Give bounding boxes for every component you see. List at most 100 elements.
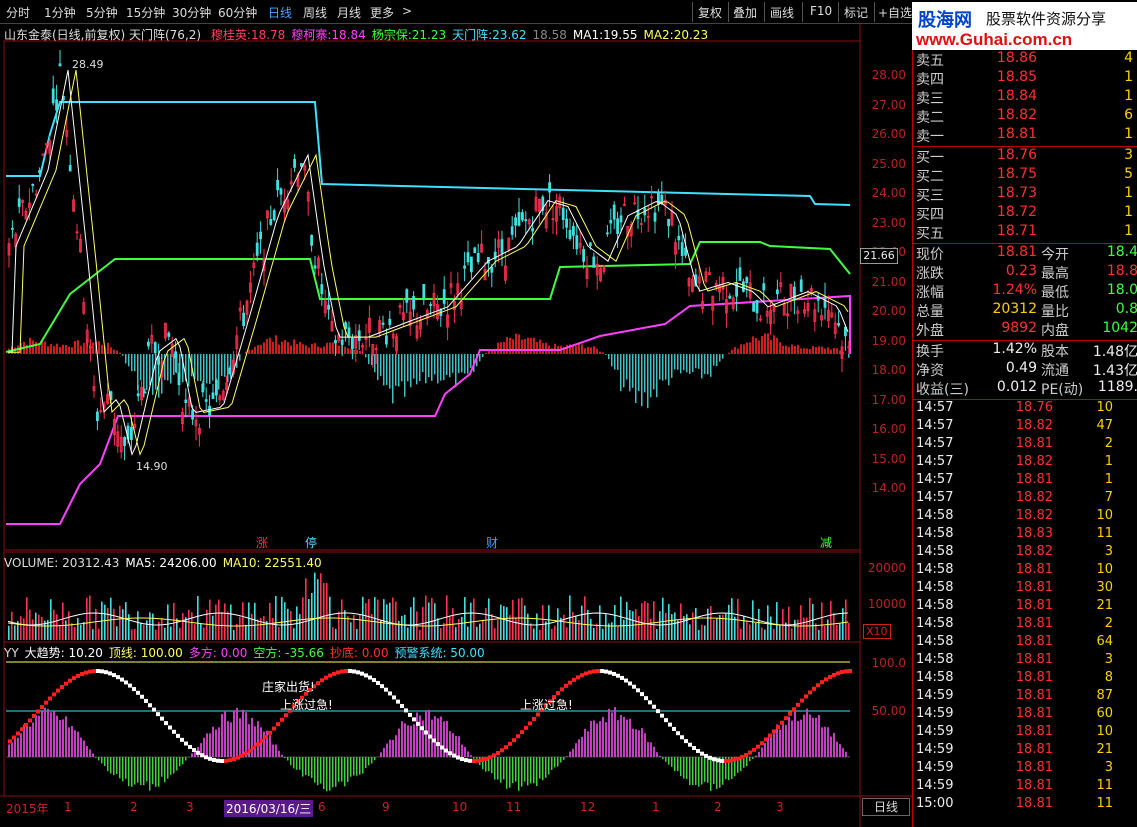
tick-row[interactable]: 14:57 18.82 47 [913, 418, 1137, 436]
period-weekly[interactable]: 周线 [303, 4, 327, 21]
ask-row[interactable]: 卖二 18.82 6 [913, 107, 1137, 126]
bid-row[interactable]: 买二 18.75 5 [913, 166, 1137, 185]
stat-label: 最低 [1041, 285, 1069, 301]
macd-bar [311, 343, 313, 354]
tick-row[interactable]: 14:58 18.81 2 [913, 616, 1137, 634]
ask-row[interactable]: 卖四 18.85 1 [913, 69, 1137, 88]
volume-bar [428, 602, 430, 640]
adjust-rights-button[interactable]: 复权 [698, 4, 722, 21]
period-15min[interactable]: 15分钟 [126, 4, 165, 21]
period-intraday[interactable]: 分时 [6, 4, 30, 21]
macd-bar [272, 341, 274, 354]
fundamental-row: 收益(三) 0.012 PE(动) 1189. [913, 379, 1137, 398]
bid-row[interactable]: 买四 18.72 1 [913, 204, 1137, 223]
tick-row[interactable]: 14:57 18.82 1 [913, 454, 1137, 472]
stat-label: 最高 [1041, 266, 1069, 282]
volume-bar [410, 607, 412, 640]
bull-bar [470, 755, 472, 757]
tick-row[interactable]: 14:57 18.76 10 [913, 400, 1137, 418]
volume-bar [746, 620, 748, 640]
ask-row[interactable]: 卖一 18.81 1 [913, 126, 1137, 145]
volume-bar [758, 608, 760, 640]
trend-dot [536, 712, 540, 717]
period-1min[interactable]: 1分钟 [44, 4, 76, 21]
volume-bar [704, 625, 706, 640]
tick-row[interactable]: 14:59 18.81 87 [913, 688, 1137, 706]
trend-dot [144, 698, 148, 703]
tick-price: 18.81 [1015, 616, 1053, 631]
tick-row[interactable]: 14:59 18.81 10 [913, 724, 1137, 742]
tick-row[interactable]: 14:58 18.81 3 [913, 652, 1137, 670]
period-30min[interactable]: 30分钟 [172, 4, 211, 21]
macd-bar [683, 354, 685, 371]
period-indicator-button[interactable]: 日线 [862, 798, 910, 816]
volume-bar [32, 619, 34, 640]
bear-bar [701, 757, 703, 785]
volume-bar [62, 602, 64, 640]
period-60min[interactable]: 60分钟 [218, 4, 257, 21]
overlay-button[interactable]: 叠加 [733, 4, 757, 21]
event-marker[interactable]: 涨 [256, 534, 268, 551]
event-marker[interactable]: 减 [820, 534, 832, 551]
candle-body [123, 437, 126, 446]
tick-row[interactable]: 14:58 18.82 10 [913, 508, 1137, 526]
mark-button[interactable]: 标记 [844, 4, 868, 21]
bear-bar [341, 757, 343, 782]
macd-bar [488, 350, 490, 354]
trend-dot [652, 704, 656, 709]
volume-bar [464, 597, 466, 640]
period-more[interactable]: 更多 [370, 4, 394, 21]
kline-chart-canvas[interactable] [0, 24, 912, 827]
tick-row[interactable]: 14:57 18.81 1 [913, 472, 1137, 490]
chart-area[interactable]: 山东金泰(日线,前复权) 天门阵(76,2) 穆桂英:18.78 穆柯寨:18.8… [0, 24, 912, 827]
volume-bar [830, 601, 832, 640]
tick-row[interactable]: 14:58 18.81 30 [913, 580, 1137, 598]
macd-bar [521, 339, 523, 354]
candle-body [313, 265, 317, 269]
tick-row[interactable]: 14:57 18.81 2 [913, 436, 1137, 454]
tick-row[interactable]: 14:59 18.81 21 [913, 742, 1137, 760]
ask-row[interactable]: 卖三 18.84 1 [913, 88, 1137, 107]
add-watchlist-button[interactable]: +自选 [878, 4, 912, 21]
f10-button[interactable]: F10 [810, 4, 832, 18]
macd-bar [716, 354, 718, 367]
period-5min[interactable]: 5分钟 [86, 4, 118, 21]
tick-row[interactable]: 14:58 18.82 3 [913, 544, 1137, 562]
volume-bar [713, 619, 715, 640]
macd-bar [251, 349, 253, 354]
chevron-right-icon[interactable]: > [402, 4, 412, 18]
ask-label: 卖五 [916, 53, 944, 69]
tick-row[interactable]: 14:58 18.81 10 [913, 562, 1137, 580]
tick-row[interactable]: 14:58 18.81 64 [913, 634, 1137, 652]
bull-bar [20, 733, 22, 757]
tick-row[interactable]: 14:58 18.81 8 [913, 670, 1137, 688]
tick-row[interactable]: 15:00 18.81 11 [913, 796, 1137, 814]
ask-row[interactable]: 卖五 18.86 4 [913, 50, 1137, 69]
bid-row[interactable]: 买一 18.76 3 [913, 147, 1137, 166]
macd-bar [299, 341, 301, 354]
price-tick: 21.00 [871, 274, 906, 289]
bear-bar [128, 757, 130, 787]
tick-row[interactable]: 14:58 18.81 21 [913, 598, 1137, 616]
trend-dot [476, 758, 480, 763]
trend-dot [712, 757, 716, 762]
tick-row[interactable]: 14:57 18.82 7 [913, 490, 1137, 508]
bear-bar [518, 757, 520, 791]
bid-row[interactable]: 买五 18.71 1 [913, 223, 1137, 242]
period-monthly[interactable]: 月线 [337, 4, 361, 21]
macd-bar [68, 346, 70, 354]
tick-row[interactable]: 14:59 18.81 60 [913, 706, 1137, 724]
tick-row[interactable]: 14:59 18.81 11 [913, 778, 1137, 796]
volume-bar [86, 597, 88, 640]
trend-dot [120, 677, 124, 682]
bull-bar [62, 719, 64, 757]
bid-row[interactable]: 买三 18.73 1 [913, 185, 1137, 204]
event-marker[interactable]: 财 [486, 534, 498, 551]
period-daily[interactable]: 日线 [268, 4, 292, 21]
bear-bar [116, 757, 118, 774]
bear-bar [287, 757, 289, 761]
tick-row[interactable]: 14:59 18.81 3 [913, 760, 1137, 778]
event-marker[interactable]: 停 [305, 534, 317, 551]
tick-row[interactable]: 14:58 18.83 11 [913, 526, 1137, 544]
draw-line-button[interactable]: 画线 [770, 4, 794, 21]
